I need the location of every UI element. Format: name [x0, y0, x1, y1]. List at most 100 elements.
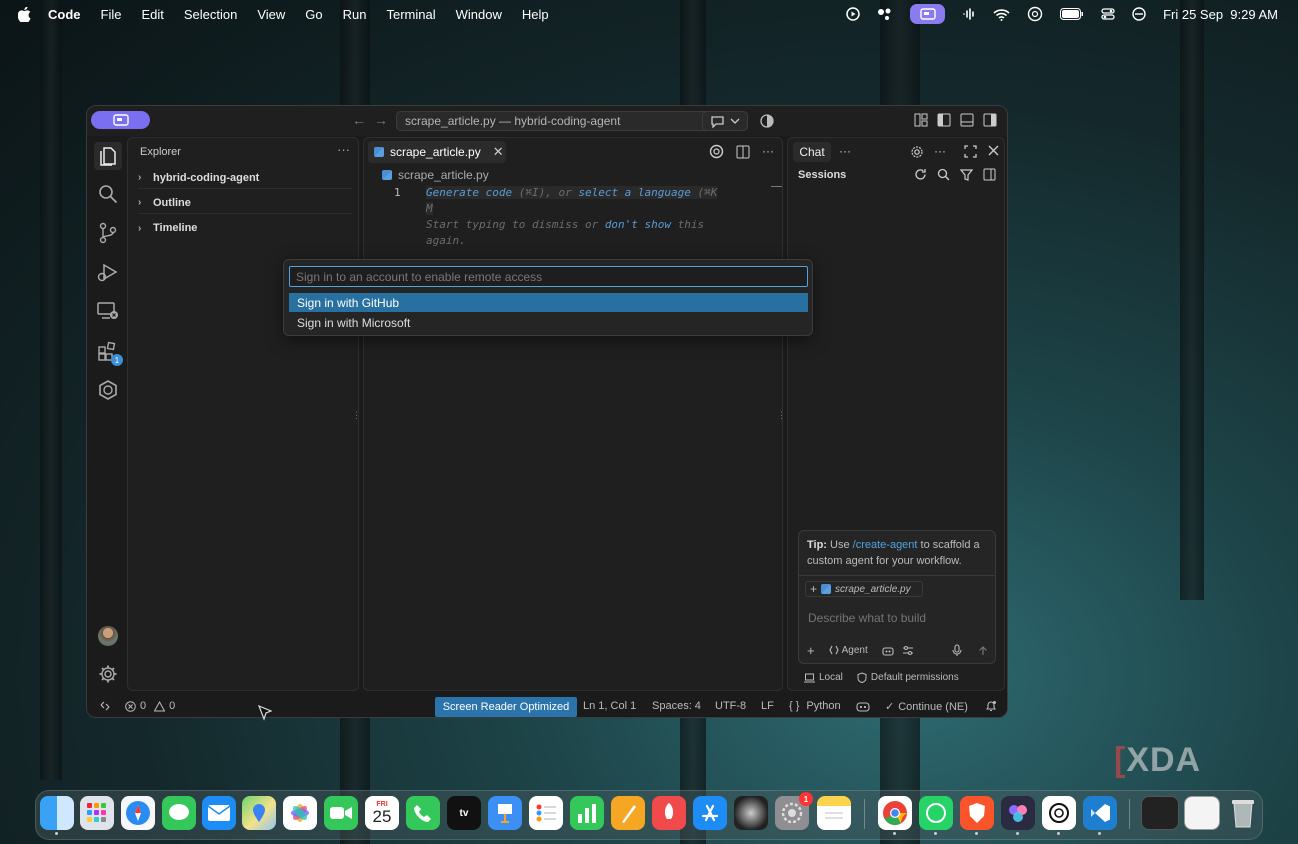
toggle-sessions-sidebar-icon[interactable]	[983, 168, 996, 181]
run-debug-icon[interactable]	[96, 260, 120, 284]
chat-prompt-input[interactable]	[808, 611, 988, 625]
sash-handle[interactable]: ⋮	[777, 410, 786, 421]
menu-selection[interactable]: Selection	[184, 7, 237, 22]
toggle-panel-icon[interactable]	[960, 113, 974, 127]
menu-window[interactable]: Window	[456, 7, 502, 22]
menu-help[interactable]: Help	[522, 7, 549, 22]
trash-icon[interactable]	[1226, 796, 1260, 830]
attached-file-chip[interactable]: + scrape_article.py	[805, 581, 923, 597]
permissions-picker[interactable]: Default permissions	[857, 672, 959, 683]
menu-view[interactable]: View	[257, 7, 285, 22]
notes-icon[interactable]	[817, 796, 851, 830]
finder-icon[interactable]	[40, 796, 74, 835]
indentation-status[interactable]: Spaces: 4	[652, 700, 701, 712]
menu-go[interactable]: Go	[305, 7, 322, 22]
sign-in-microsoft-option[interactable]: Sign in with Microsoft	[289, 313, 808, 332]
pages-icon[interactable]	[611, 796, 645, 830]
remote-status-icon[interactable]	[99, 700, 111, 712]
command-center-extras[interactable]	[702, 111, 748, 131]
keynote-icon[interactable]	[488, 796, 522, 830]
control-center-icon[interactable]	[1101, 7, 1115, 21]
menu-app-name[interactable]: Code	[48, 7, 81, 22]
sidebar-section-workspace[interactable]: › hybrid-coding-agent	[138, 167, 352, 189]
microphone-icon[interactable]	[952, 644, 962, 656]
close-panel-icon[interactable]	[987, 144, 1000, 157]
sash-handle[interactable]: ⋮	[352, 410, 361, 421]
editor-more-icon[interactable]: ···	[762, 144, 774, 159]
chatgpt-app-icon[interactable]	[1042, 796, 1076, 835]
chevron-down-icon[interactable]	[730, 117, 740, 125]
app-store-icon[interactable]	[693, 796, 727, 830]
copilot-hexagon-icon[interactable]	[96, 378, 120, 402]
notifications-bell-icon[interactable]	[985, 700, 997, 712]
toggle-secondary-sidebar-icon[interactable]	[983, 113, 997, 127]
tools-sliders-icon[interactable]	[902, 645, 914, 656]
back-arrow-icon[interactable]: ←	[352, 112, 366, 128]
menubar-clock[interactable]: Fri 25 Sep 9:29 AM	[1163, 7, 1278, 22]
chat-tab[interactable]: Chat	[793, 142, 831, 162]
audio-waveform-icon[interactable]	[962, 7, 976, 21]
numbers-icon[interactable]	[570, 796, 604, 830]
language-mode[interactable]: { } Python	[789, 700, 841, 712]
send-arrow-icon[interactable]	[978, 645, 988, 656]
copilot-status-icon[interactable]	[856, 700, 870, 712]
eol-status[interactable]: LF	[761, 700, 774, 712]
agent-mode-picker[interactable]: Agent	[828, 645, 868, 656]
chrome-icon[interactable]	[878, 796, 912, 835]
session-target-local[interactable]: Local	[804, 672, 843, 683]
menu-edit[interactable]: Edit	[141, 7, 163, 22]
messages-icon[interactable]	[162, 796, 196, 830]
plus-icon[interactable]: +	[810, 582, 817, 596]
sidebar-more-button[interactable]: ···	[337, 142, 350, 157]
continue-status[interactable]: ✓ Continue (NE)	[885, 700, 968, 714]
forward-arrow-icon[interactable]: →	[374, 112, 388, 128]
encoding-status[interactable]: UTF-8	[715, 700, 746, 712]
rocket-app-icon[interactable]	[652, 796, 686, 830]
search-sessions-icon[interactable]	[937, 168, 950, 181]
apple-icon[interactable]	[18, 6, 32, 22]
refresh-icon[interactable]	[914, 168, 927, 181]
customize-layout-icon[interactable]	[914, 113, 928, 127]
menu-run[interactable]: Run	[343, 7, 367, 22]
chat-settings-gear-icon[interactable]	[910, 145, 924, 159]
account-avatar[interactable]	[96, 624, 120, 648]
screen-share-pill-icon[interactable]	[910, 4, 946, 24]
command-center[interactable]: scrape_article.py — hybrid-coding-agent	[396, 111, 748, 131]
search-icon[interactable]	[96, 182, 120, 206]
select-language-link[interactable]: select a language	[578, 186, 691, 199]
photos-icon[interactable]	[283, 796, 317, 830]
launchpad-icon[interactable]	[80, 796, 114, 830]
focus-mode-icon[interactable]	[1132, 7, 1146, 21]
copilot-half-circle-icon[interactable]	[760, 114, 774, 128]
phone-icon[interactable]	[406, 796, 440, 830]
generate-code-link[interactable]: Generate code	[426, 186, 512, 199]
copilot-robot-icon[interactable]	[882, 645, 894, 656]
minimized-browser-thumbnail[interactable]	[1184, 796, 1220, 830]
quick-pick-input[interactable]	[289, 266, 808, 287]
menu-terminal[interactable]: Terminal	[387, 7, 436, 22]
minimized-window-thumbnail[interactable]	[1141, 796, 1179, 830]
facetime-icon[interactable]	[324, 796, 358, 830]
safari-icon[interactable]	[121, 796, 155, 830]
calendar-icon[interactable]: FRI 25	[365, 796, 399, 830]
chat-options-icon[interactable]: ···	[934, 144, 946, 158]
macos-installer-icon[interactable]	[734, 796, 768, 830]
whatsapp-icon[interactable]	[919, 796, 953, 835]
dont-show-link[interactable]: don't show	[605, 218, 671, 231]
cursor-position[interactable]: Ln 1, Col 1	[583, 700, 636, 712]
remote-explorer-icon[interactable]	[96, 299, 120, 323]
manage-gear-icon[interactable]	[96, 662, 120, 686]
wifi-icon[interactable]	[993, 8, 1010, 21]
reminders-icon[interactable]	[529, 796, 563, 830]
create-agent-command-link[interactable]: /create-agent	[853, 539, 918, 551]
chat-sparkle-icon[interactable]	[710, 115, 725, 128]
copilot-app-icon[interactable]	[1001, 796, 1035, 835]
openai-editor-icon[interactable]	[709, 144, 724, 159]
maps-icon[interactable]	[242, 796, 276, 830]
editor-tab-scrape-article[interactable]: scrape_article.py ✕	[368, 141, 506, 163]
mail-icon[interactable]	[202, 796, 236, 830]
sign-in-github-option[interactable]: Sign in with GitHub	[289, 293, 808, 312]
filter-icon[interactable]	[960, 168, 973, 181]
apple-tv-icon[interactable]: tv	[447, 796, 481, 830]
split-editor-icon[interactable]	[736, 144, 750, 159]
